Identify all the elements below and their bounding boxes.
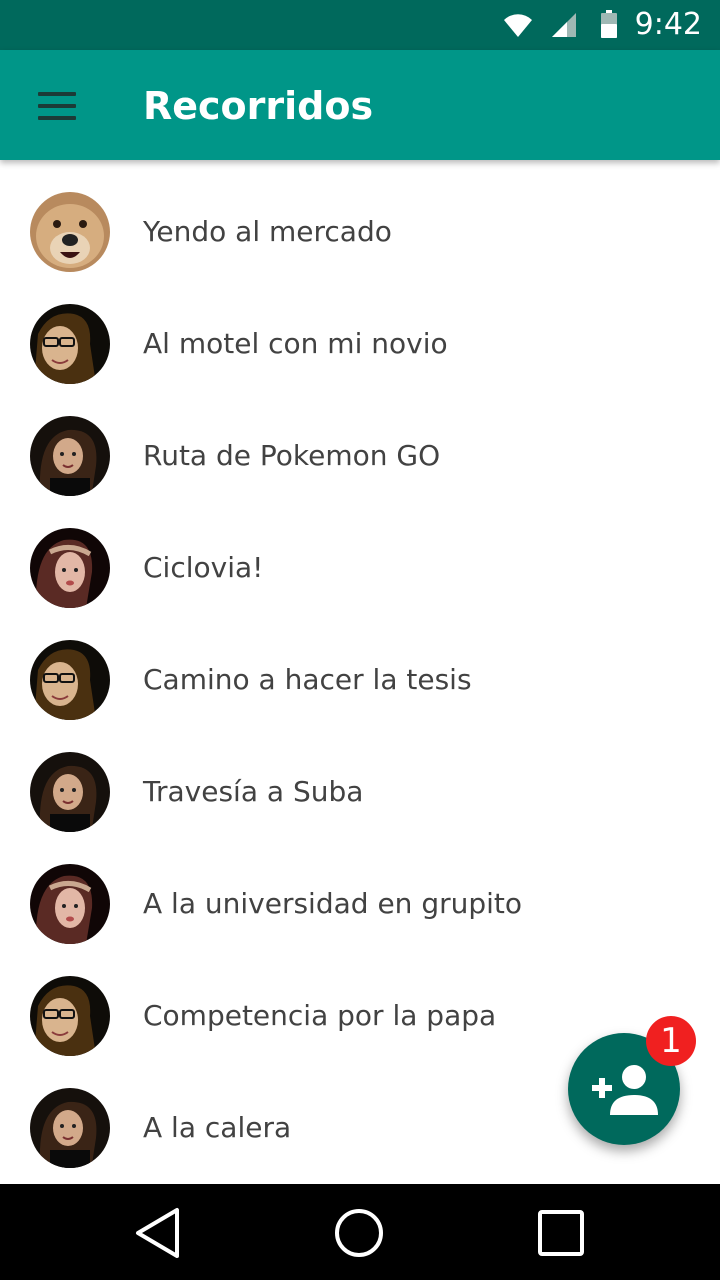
recents-icon[interactable] bbox=[534, 1206, 588, 1260]
list-item[interactable]: Travesía a Suba bbox=[0, 736, 720, 848]
avatar bbox=[30, 416, 110, 496]
notification-badge: 1 bbox=[646, 1016, 696, 1066]
route-label: Yendo al mercado bbox=[143, 215, 392, 248]
status-bar: 9:42 bbox=[0, 0, 720, 50]
dog-avatar-icon bbox=[30, 192, 110, 272]
signal-icon bbox=[552, 13, 576, 37]
route-label: A la calera bbox=[143, 1111, 292, 1144]
avatar bbox=[30, 304, 110, 384]
route-list[interactable]: Yendo al mercado Al motel con mi novio R… bbox=[0, 160, 720, 1184]
navigation-bar bbox=[0, 1184, 720, 1280]
avatar bbox=[30, 528, 110, 608]
route-label: Camino a hacer la tesis bbox=[143, 663, 472, 696]
list-item[interactable]: Yendo al mercado bbox=[0, 176, 720, 288]
avatar bbox=[30, 752, 110, 832]
route-label: Ruta de Pokemon GO bbox=[143, 439, 441, 472]
woman-dark-hair-avatar-icon bbox=[30, 416, 110, 496]
avatar bbox=[30, 640, 110, 720]
avatar bbox=[30, 976, 110, 1056]
add-person-icon bbox=[592, 1065, 658, 1115]
list-item[interactable]: Camino a hacer la tesis bbox=[0, 624, 720, 736]
back-icon[interactable] bbox=[130, 1206, 184, 1260]
woman-dark-hair-avatar-icon bbox=[30, 1088, 110, 1168]
list-item[interactable]: Al motel con mi novio bbox=[0, 288, 720, 400]
woman-dark-hair-avatar-icon bbox=[30, 752, 110, 832]
app-bar: Recorridos bbox=[0, 50, 720, 160]
woman-headband-avatar-icon bbox=[30, 864, 110, 944]
battery-icon bbox=[601, 10, 617, 38]
avatar bbox=[30, 864, 110, 944]
woman-glasses-avatar-icon bbox=[30, 976, 110, 1056]
status-time: 9:42 bbox=[634, 7, 702, 42]
route-label: Ciclovia! bbox=[143, 551, 264, 584]
list-item[interactable]: Ciclovia! bbox=[0, 512, 720, 624]
list-item[interactable]: A la universidad en grupito bbox=[0, 848, 720, 960]
route-label: Al motel con mi novio bbox=[143, 327, 448, 360]
home-icon[interactable] bbox=[332, 1206, 386, 1260]
woman-headband-avatar-icon bbox=[30, 528, 110, 608]
route-label: Travesía a Suba bbox=[143, 775, 364, 808]
list-item[interactable]: Ruta de Pokemon GO bbox=[0, 400, 720, 512]
route-label: Competencia por la papa bbox=[143, 999, 497, 1032]
woman-glasses-avatar-icon bbox=[30, 640, 110, 720]
woman-glasses-avatar-icon bbox=[30, 304, 110, 384]
wifi-icon bbox=[504, 14, 532, 37]
route-label: A la universidad en grupito bbox=[143, 887, 523, 920]
page-title: Recorridos bbox=[143, 84, 374, 128]
avatar bbox=[30, 192, 110, 272]
menu-icon[interactable] bbox=[28, 83, 86, 129]
avatar bbox=[30, 1088, 110, 1168]
